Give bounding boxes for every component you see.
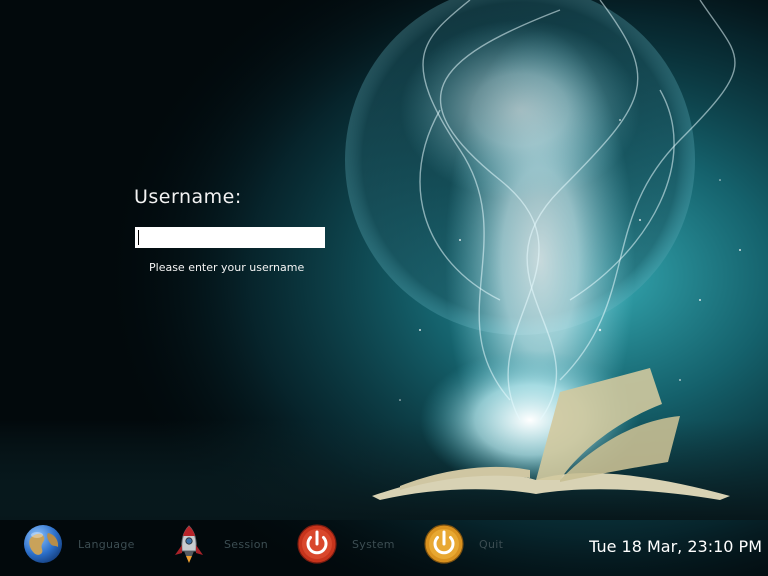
quit-button[interactable]: Quit bbox=[423, 522, 503, 566]
clock: Tue 18 Mar, 23:10 PM bbox=[589, 537, 762, 556]
session-label: Session bbox=[224, 537, 269, 551]
system-button[interactable]: System bbox=[296, 522, 395, 566]
username-label: Username: bbox=[134, 186, 242, 208]
username-input[interactable] bbox=[135, 227, 325, 248]
username-hint: Please enter your username bbox=[149, 261, 305, 274]
text-caret bbox=[138, 230, 139, 245]
wallpaper bbox=[0, 0, 768, 576]
power-icon bbox=[297, 524, 337, 564]
rocket-icon bbox=[175, 525, 203, 563]
language-button[interactable]: Language bbox=[22, 522, 135, 566]
globe-icon bbox=[24, 525, 62, 563]
session-button[interactable]: Session bbox=[168, 522, 268, 566]
quit-label: Quit bbox=[479, 537, 504, 551]
language-label: Language bbox=[78, 537, 135, 551]
power-icon bbox=[424, 524, 464, 564]
bottom-bar: Language Session System Quit Tue 18 Mar,… bbox=[0, 510, 768, 576]
system-label: System bbox=[352, 537, 395, 551]
